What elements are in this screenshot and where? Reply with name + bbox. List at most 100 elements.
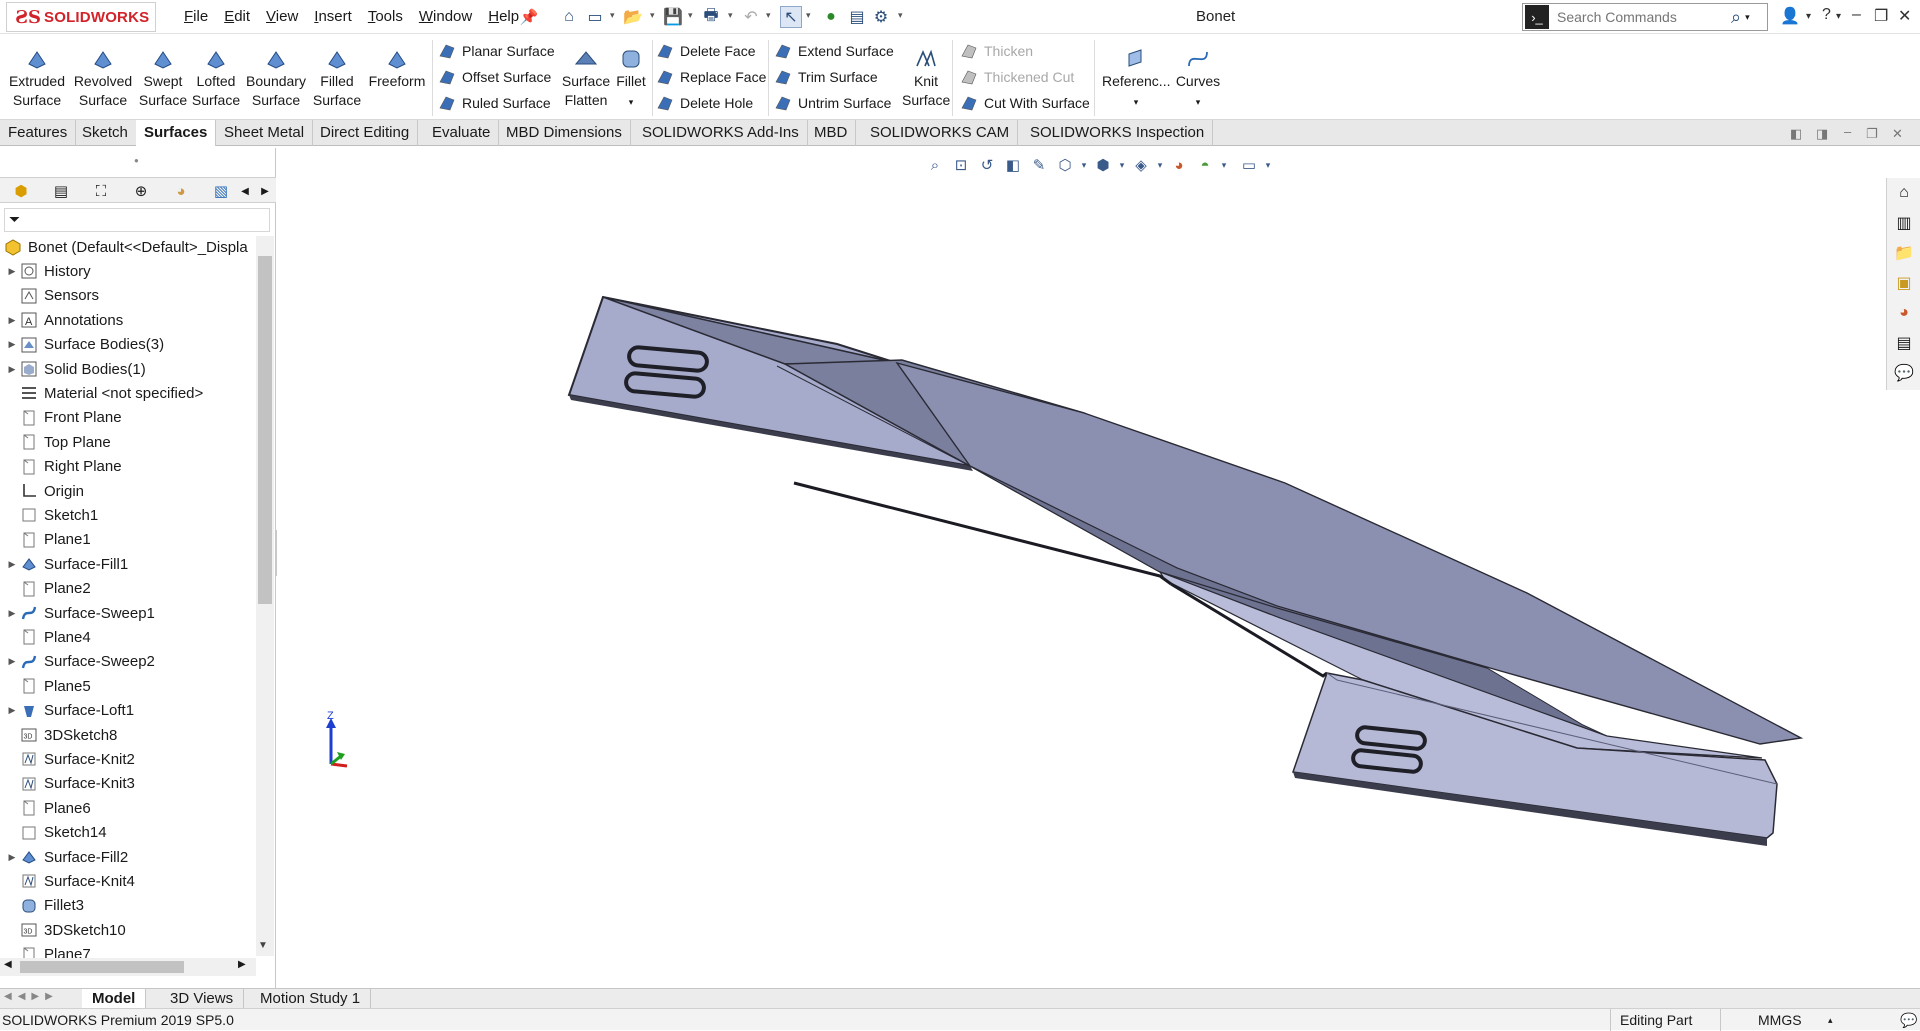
expand-arrow-icon[interactable]: ▶ <box>4 364 20 375</box>
viewport-restore-icon[interactable]: ❐ <box>1866 126 1878 142</box>
feature-tree-filter[interactable]: ⏷ <box>4 208 270 232</box>
thicken-button[interactable]: Thicken <box>960 39 1033 63</box>
viewport-minimize-icon[interactable]: – <box>1844 124 1851 139</box>
select-arrow-icon[interactable]: ↖ <box>780 6 802 28</box>
search-icon[interactable]: ⌕ <box>1731 7 1741 28</box>
tree-item-annotations[interactable]: ▶ A Annotations <box>0 308 256 332</box>
forum-icon[interactable]: 💬 <box>1889 358 1919 388</box>
planar-surface-button[interactable]: Planar Surface <box>438 39 555 63</box>
lofted-surface-button[interactable]: Lofted Surface <box>190 48 242 110</box>
user-dropdown-icon[interactable]: ▾ <box>1806 11 1811 22</box>
search-input[interactable] <box>1557 9 1727 25</box>
view-palette-icon[interactable]: ▣ <box>1889 268 1919 298</box>
tab-3d-views[interactable]: 3D Views <box>160 989 245 1009</box>
tree-item-solid-bodies-1[interactable]: ▶ Solid Bodies(1) <box>0 357 256 381</box>
trim-surface-button[interactable]: Trim Surface <box>774 65 878 89</box>
tree-item-material-not-specified[interactable]: Material <not specified> <box>0 381 256 405</box>
configuration-manager-tab-icon[interactable]: ⛶ <box>88 180 114 202</box>
offset-surface-button[interactable]: Offset Surface <box>438 65 551 89</box>
tree-item-surface-loft1[interactable]: ▶ Surface-Loft1 <box>0 699 256 723</box>
expand-arrow-icon[interactable]: ▶ <box>4 656 20 667</box>
new-dropdown-icon[interactable]: ▾ <box>610 10 615 21</box>
thickened-cut-button[interactable]: Thickened Cut <box>960 65 1074 89</box>
tree-item-sensors[interactable]: Sensors <box>0 284 256 308</box>
tree-item-3dsketch10[interactable]: 3D 3DSketch10 <box>0 918 256 942</box>
print-icon[interactable]: 🖶 <box>700 6 722 28</box>
search-commands-box[interactable]: ›_ ⌕ ▾ <box>1522 3 1768 31</box>
unit-system-up-icon[interactable]: ▴ <box>1828 1015 1833 1026</box>
tab-motion-study-1[interactable]: Motion Study 1 <box>250 989 372 1009</box>
tree-root-part[interactable]: Bonet (Default<<Default>_Displa <box>0 235 256 259</box>
tree-item-surface-sweep1[interactable]: ▶ Surface-Sweep1 <box>0 601 256 625</box>
scroll-right-icon[interactable]: ▶ <box>238 959 246 970</box>
menu-tools[interactable]: Tools <box>360 6 411 27</box>
custom-properties-icon[interactable]: ▤ <box>1889 328 1919 358</box>
select-dropdown-icon[interactable]: ▾ <box>806 10 811 21</box>
close-icon[interactable]: ✕ <box>1898 6 1911 26</box>
minimize-icon[interactable]: – <box>1852 6 1861 24</box>
undo-icon[interactable]: ↶ <box>740 6 762 28</box>
replace-face-button[interactable]: Replace Face <box>656 65 766 89</box>
delete-hole-button[interactable]: Delete Hole <box>656 91 753 115</box>
property-manager-tab-icon[interactable]: ▤ <box>48 180 74 202</box>
expand-arrow-icon[interactable]: ▶ <box>4 266 20 277</box>
tree-item-3dsketch8[interactable]: 3D 3DSketch8 <box>0 723 256 747</box>
tree-item-surface-fill1[interactable]: ▶ Surface-Fill1 <box>0 552 256 576</box>
tree-item-front-plane[interactable]: Front Plane <box>0 406 256 430</box>
menu-insert[interactable]: Insert <box>306 6 360 27</box>
tab-scroll-arrows-icon[interactable]: ◀◀▶▶ <box>4 991 59 1002</box>
design-library-icon[interactable]: ▥ <box>1889 208 1919 238</box>
curves-dropdown-icon[interactable]: ▾ <box>1196 97 1201 107</box>
restore-icon[interactable]: ❐ <box>1874 6 1888 26</box>
feature-manager-tab-icon[interactable]: ⬢ <box>8 180 34 202</box>
tree-item-sketch14[interactable]: Sketch14 <box>0 821 256 845</box>
tree-item-origin[interactable]: Origin <box>0 479 256 503</box>
tab-solidworks-cam[interactable]: SOLIDWORKS CAM <box>862 120 1019 146</box>
display-manager-tab-icon[interactable]: ◕ <box>168 180 194 202</box>
apply-scene-icon[interactable]: ◓ <box>1192 154 1218 176</box>
tree-item-plane1[interactable]: Plane1 <box>0 528 256 552</box>
zoom-to-fit-icon[interactable]: ⌕ <box>922 154 948 176</box>
tree-item-plane2[interactable]: Plane2 <box>0 577 256 601</box>
previous-view-icon[interactable]: ↺ <box>974 154 1000 176</box>
scrollbar-thumb[interactable] <box>20 961 184 973</box>
delete-face-button[interactable]: Delete Face <box>656 39 755 63</box>
swept-surface-button[interactable]: Swept Surface <box>138 48 188 110</box>
dynamic-annotation-icon[interactable]: ✎ <box>1026 154 1052 176</box>
menu-view[interactable]: View <box>258 6 306 27</box>
fillet-dropdown-icon[interactable]: ▾ <box>629 97 634 107</box>
pin-icon[interactable]: 📌 <box>518 6 540 28</box>
menu-window[interactable]: Window <box>411 6 480 27</box>
surface-flatten-button[interactable]: Surface Flatten <box>558 48 614 110</box>
reference-dropdown-icon[interactable]: ▾ <box>1134 97 1139 107</box>
extruded-surface-button[interactable]: Extruded Surface <box>6 48 68 110</box>
boundary-surface-button[interactable]: Boundary Surface <box>244 48 308 110</box>
help-dropdown-icon[interactable]: ▾ <box>1836 11 1841 22</box>
print-dropdown-icon[interactable]: ▾ <box>728 10 733 21</box>
scroll-left-icon[interactable]: ◀ <box>4 959 12 970</box>
tree-vertical-scrollbar[interactable] <box>256 236 274 956</box>
scrollbar-thumb[interactable] <box>258 256 272 604</box>
tree-item-surface-bodies-3[interactable]: ▶ Surface Bodies(3) <box>0 333 256 357</box>
tree-item-plane5[interactable]: Plane5 <box>0 674 256 698</box>
file-explorer-icon[interactable]: 📁 <box>1889 238 1919 268</box>
status-unit-system[interactable]: MMGS <box>1758 1012 1802 1028</box>
expand-arrow-icon[interactable]: ▶ <box>4 608 20 619</box>
freeform-button[interactable]: Freeform <box>366 48 428 91</box>
edit-appearance-icon[interactable]: ◕ <box>1166 154 1192 176</box>
tree-item-surface-fill2[interactable]: ▶ Surface-Fill2 <box>0 845 256 869</box>
save-dropdown-icon[interactable]: ▾ <box>688 10 693 21</box>
expand-arrow-icon[interactable]: ▶ <box>4 339 20 350</box>
expand-arrow-icon[interactable]: ▶ <box>4 852 20 863</box>
tabs-scroll-right-icon[interactable]: ▶ <box>252 180 278 202</box>
scroll-down-icon[interactable]: ▼ <box>258 940 268 951</box>
tree-item-plane4[interactable]: Plane4 <box>0 625 256 649</box>
scene-dropdown-icon[interactable]: ▾ <box>1218 154 1230 176</box>
dimxpert-tab-icon[interactable]: ⊕ <box>128 180 154 202</box>
help-icon[interactable]: ? <box>1822 6 1831 24</box>
tab-sheet-metal[interactable]: Sheet Metal <box>216 120 314 146</box>
viewport-tile-right-icon[interactable]: ◨ <box>1816 126 1828 142</box>
hide-show-items-icon[interactable]: ◈ <box>1128 154 1154 176</box>
tree-item-surface-knit4[interactable]: Surface-Knit4 <box>0 869 256 893</box>
tree-item-surface-sweep2[interactable]: ▶ Surface-Sweep2 <box>0 650 256 674</box>
